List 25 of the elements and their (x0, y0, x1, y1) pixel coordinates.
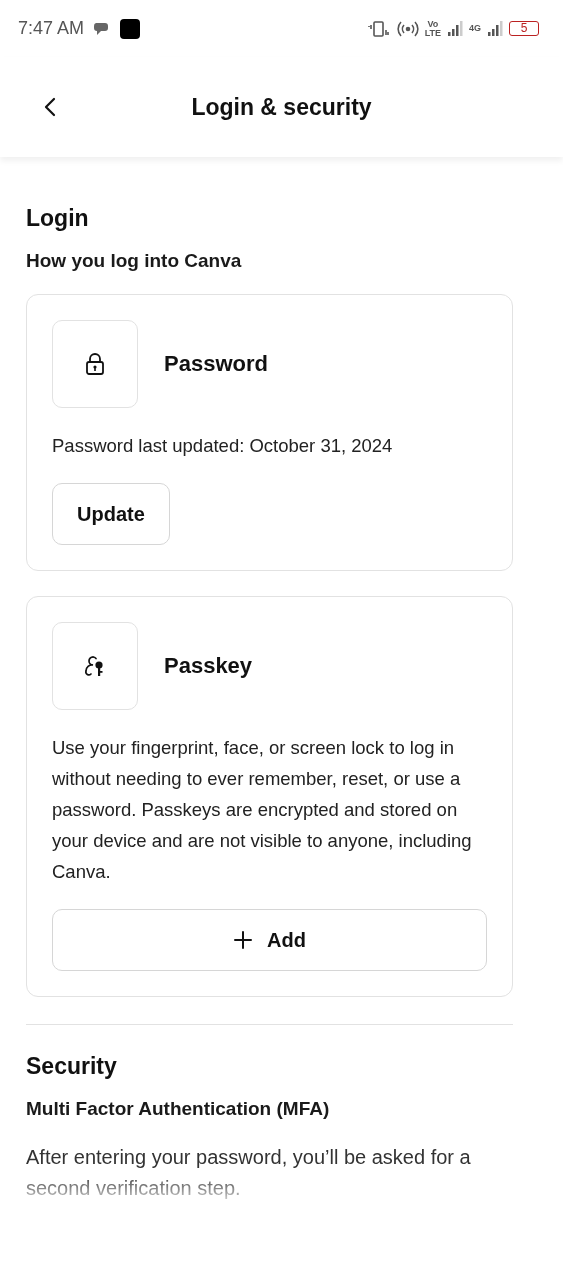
back-icon (44, 97, 56, 117)
add-button[interactable]: Add (52, 909, 487, 971)
section-subtitle: How you log into Canva (26, 250, 243, 272)
app-icon (120, 18, 141, 39)
vibrate-icon (366, 19, 391, 38)
status-time: 7:47 AM (18, 18, 85, 39)
update-button[interactable]: Update (52, 483, 170, 545)
battery-icon: 5 (509, 21, 539, 36)
card-description: Password last updated: October 31, 2024 (52, 434, 393, 458)
section-title: Security (26, 1053, 118, 1080)
signal-icon (487, 20, 503, 37)
network-label: 4G (469, 24, 481, 33)
card-title: Password (164, 351, 268, 377)
card-description: Use your fingerprint, face, or screen lock to log in without needing to ever remember, reset, or use a password. Passkeys are encrypted and stored on your device and are not visible to anyone, including Canva. (52, 736, 473, 884)
section-title: Login (26, 205, 90, 232)
network-label: Vo (427, 19, 439, 29)
lock-icon (83, 352, 107, 376)
hotspot-icon (396, 20, 419, 37)
section-subtitle: Multi Factor Authentication (MFA) (26, 1098, 331, 1120)
page-title: Login & security (190, 93, 373, 121)
network-label: LTE (424, 28, 441, 38)
plus-icon (233, 930, 254, 950)
description: After entering your password, you’ll be asked for a second verification step. (26, 1145, 472, 1201)
signal-icon (447, 20, 463, 37)
card-title: Passkey (164, 653, 253, 679)
